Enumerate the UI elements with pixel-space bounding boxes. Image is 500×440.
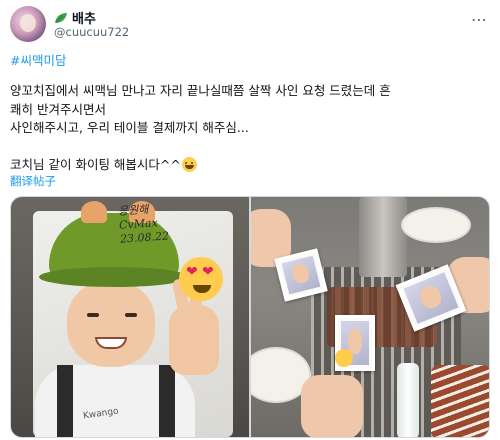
tweet-line: 양꼬치집에서 씨맥님 만나고 자리 끝나실때쯤 살짝 사인 요청 드렸는데 흔 xyxy=(10,83,391,98)
tweet-line: 쾌히 반겨주시면서 xyxy=(10,101,106,117)
backpack-strap xyxy=(57,365,73,437)
tweet-text: 양꼬치집에서 씨맥님 만나고 자리 끝나실때쯤 살짝 사인 요청 드렸는데 흔 … xyxy=(10,82,490,175)
side-dish-bowl xyxy=(401,207,471,243)
eyes xyxy=(87,313,137,319)
smiling-face-icon xyxy=(181,157,197,172)
grill-chimney xyxy=(359,197,407,277)
photo-signed-photocard[interactable]: 응원해 CvMax 23.08.22 Kwango xyxy=(11,197,249,437)
user-handle[interactable]: @cuucuu722 xyxy=(54,25,129,39)
hat-ear xyxy=(81,201,107,223)
backpack-strap xyxy=(159,365,175,437)
media-grid: 응원해 CvMax 23.08.22 Kwango xyxy=(10,196,490,438)
face xyxy=(67,281,155,367)
hat-brim xyxy=(39,267,189,287)
profile-avatar[interactable] xyxy=(10,6,46,42)
peace-sign-hand xyxy=(169,305,219,375)
heart-eyes-emoji-icon xyxy=(179,257,223,301)
photo-restaurant-table[interactable] xyxy=(251,197,489,437)
hashtag-link[interactable]: #씨맥미담 xyxy=(10,50,66,69)
drink-bottle xyxy=(397,363,419,437)
leaf-icon xyxy=(54,12,68,24)
more-options-icon[interactable]: ⋯ xyxy=(471,10,488,29)
tweet-line: 코치님 같이 화이팅 해봅시다^^ xyxy=(10,157,181,172)
skewer-plate xyxy=(431,365,489,437)
translate-post-link[interactable]: 翻译帖子 xyxy=(10,173,56,189)
tweet-line-last: 코치님 같이 화이팅 해봅시다^^ xyxy=(10,156,490,175)
hand xyxy=(301,375,363,437)
tweet-line: 사인해주시고, 우리 테이블 결제까지 해주심... xyxy=(10,120,249,135)
autograph: 응원해 CvMax 23.08.22 xyxy=(118,197,231,247)
heart-eyes-emoji-icon xyxy=(335,349,353,367)
